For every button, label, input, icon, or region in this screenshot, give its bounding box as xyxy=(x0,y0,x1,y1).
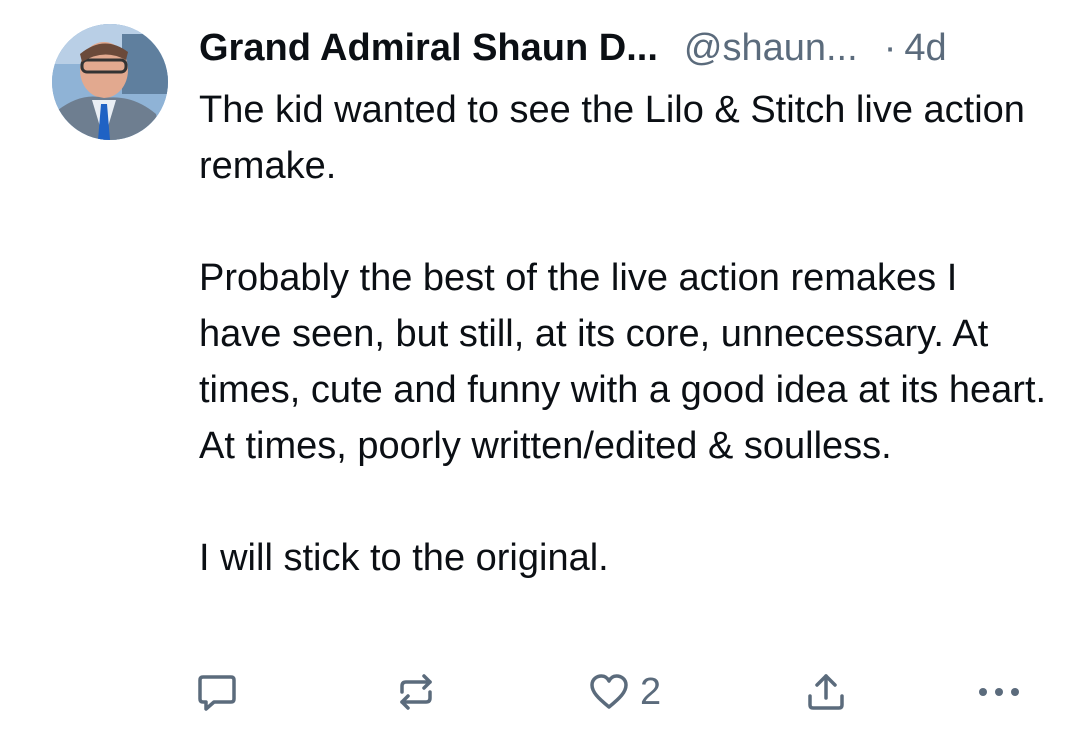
speech-bubble-icon xyxy=(198,675,236,711)
post-paragraph-2: Probably the best of the live action rem… xyxy=(199,257,1047,467)
author-display-name[interactable]: Grand Admiral Shaun D... xyxy=(199,22,658,74)
more-options-button[interactable] xyxy=(975,664,1023,720)
repost-arrows-icon xyxy=(400,674,432,710)
share-upload-icon xyxy=(808,674,844,710)
post-action-bar: 2 xyxy=(0,664,1080,720)
post-header: Grand Admiral Shaun D... @shaun... · 4d xyxy=(199,22,1049,74)
heart-icon xyxy=(590,674,628,709)
repost-button[interactable] xyxy=(394,664,438,720)
like-count: 2 xyxy=(640,671,662,713)
author-handle[interactable]: @shaun... xyxy=(684,22,858,74)
ellipsis-icon xyxy=(979,688,1019,696)
like-button[interactable]: 2 xyxy=(588,664,661,720)
reply-button[interactable] xyxy=(195,664,239,720)
post-paragraph-3: I will stick to the original. xyxy=(199,537,609,579)
share-button[interactable] xyxy=(804,664,848,720)
post-paragraph-1: The kid wanted to see the Lilo & Stitch … xyxy=(199,89,1025,187)
avatar-photo xyxy=(52,24,168,140)
post-text: The kid wanted to see the Lilo & Stitch … xyxy=(199,82,1049,586)
post-timestamp[interactable]: 4d xyxy=(904,22,946,74)
author-avatar[interactable] xyxy=(52,24,168,140)
separator-dot: · xyxy=(883,27,897,69)
